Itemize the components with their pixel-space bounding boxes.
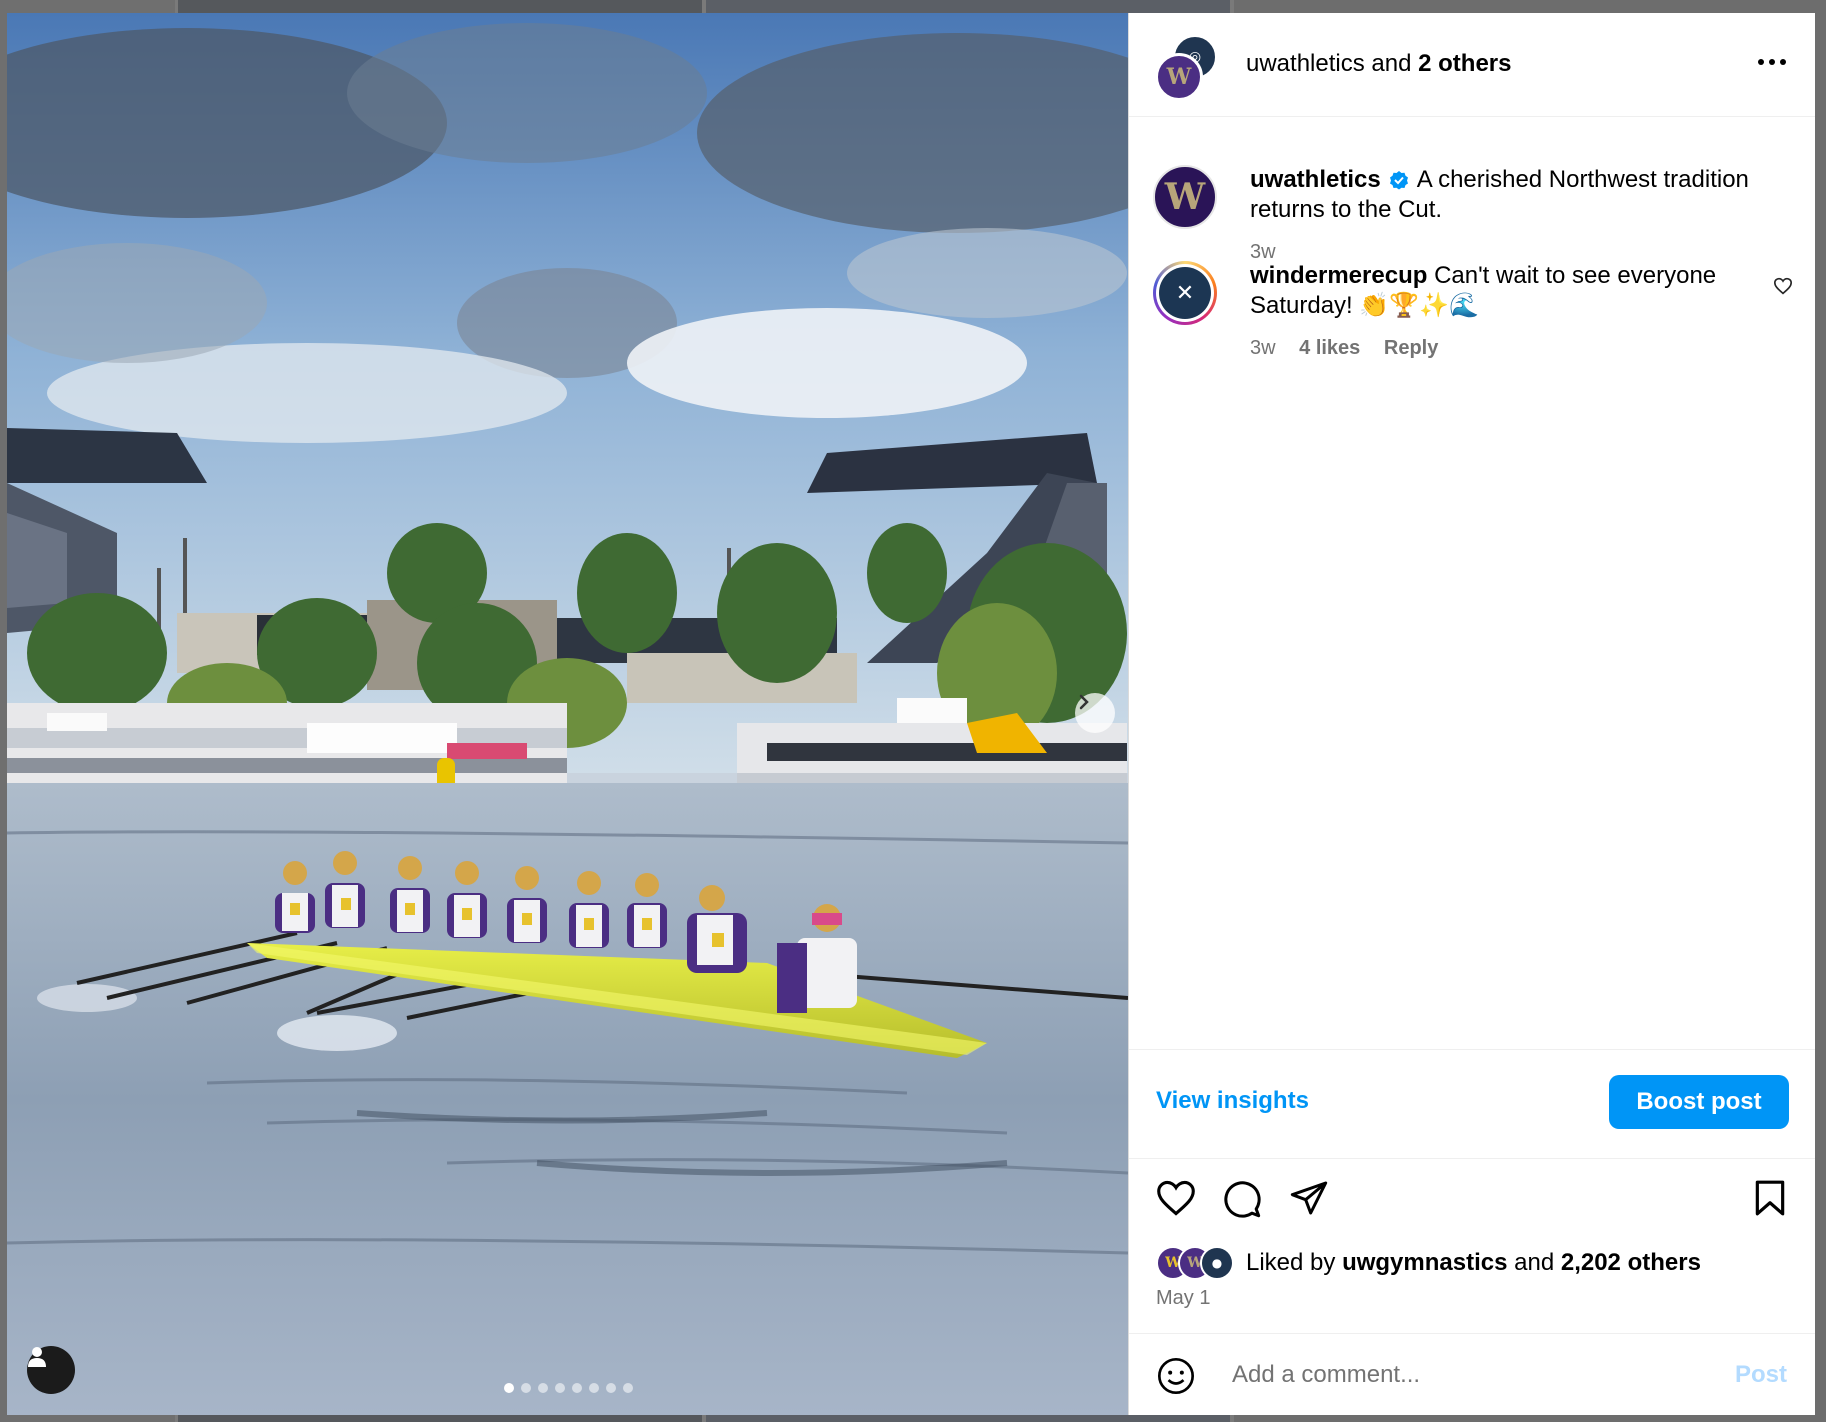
likes-prefix: Liked by <box>1246 1249 1343 1276</box>
more-options-button[interactable] <box>1757 53 1787 71</box>
post-modal: ◎ W uwathletics and 2 others W uwathleti… <box>7 13 1815 1415</box>
post-photo <box>7 13 1128 1415</box>
avatar[interactable]: W <box>1153 165 1217 229</box>
user-tag-icon <box>28 1347 46 1367</box>
reply-button[interactable]: Reply <box>1384 337 1438 359</box>
caption-username[interactable]: uwathletics <box>1250 166 1381 193</box>
add-comment-bar: Post <box>1129 1333 1815 1415</box>
likes-summary: Liked by uwgymnastics and 2,202 others <box>1246 1249 1701 1277</box>
likes-count[interactable]: 2,202 others <box>1561 1249 1701 1276</box>
tagged-users-button[interactable] <box>27 1346 75 1394</box>
share-button[interactable] <box>1289 1179 1329 1222</box>
emoji-button[interactable] <box>1156 1356 1196 1401</box>
carousel-dot <box>504 1383 514 1393</box>
comment-username[interactable]: windermerecup <box>1250 262 1427 289</box>
comment-icon <box>1224 1181 1261 1218</box>
save-button[interactable] <box>1753 1179 1787 1222</box>
collaborator-avatars[interactable]: ◎ W <box>1155 35 1217 101</box>
comment-button[interactable] <box>1222 1179 1262 1224</box>
liked-by: W W ● Liked by uwgymnastics and 2,202 ot… <box>1156 1246 1701 1280</box>
avatar[interactable]: ✕ <box>1153 261 1217 325</box>
like-button[interactable] <box>1155 1179 1197 1222</box>
comment-likes[interactable]: 4 likes <box>1299 337 1360 359</box>
header-others[interactable]: 2 others <box>1418 50 1511 77</box>
rowing-photo <box>7 13 1128 1415</box>
carousel-dot <box>606 1383 616 1393</box>
likes-middle: and <box>1507 1249 1561 1276</box>
more-icon <box>1758 59 1786 65</box>
comment-input[interactable] <box>1230 1352 1674 1398</box>
likes-user[interactable]: uwgymnastics <box>1342 1249 1507 1276</box>
chevron-right-icon <box>1079 694 1089 710</box>
insights-bar: View insights Boost post <box>1129 1049 1815 1159</box>
verified-icon <box>1390 171 1409 190</box>
emoji-icon <box>1158 1358 1194 1394</box>
header-and: and <box>1364 50 1419 77</box>
post-date[interactable]: May 1 <box>1156 1287 1210 1310</box>
bookmark-icon <box>1755 1180 1785 1216</box>
heart-icon <box>1773 277 1793 295</box>
carousel-indicators <box>504 1383 633 1393</box>
avatar: W <box>1155 53 1203 101</box>
post-actions: W W ● Liked by uwgymnastics and 2,202 ot… <box>1129 1159 1815 1333</box>
share-icon <box>1290 1181 1328 1215</box>
carousel-dot <box>623 1383 633 1393</box>
post-details-panel: ◎ W uwathletics and 2 others W uwathleti… <box>1128 13 1815 1415</box>
avatar: ● <box>1200 1246 1234 1280</box>
view-insights-link[interactable]: View insights <box>1156 1087 1309 1115</box>
carousel-dot <box>589 1383 599 1393</box>
post-comment-button[interactable]: Post <box>1735 1361 1787 1389</box>
comment-meta: 3w 4 likes Reply <box>1250 333 1770 363</box>
header-username[interactable]: uwathletics <box>1246 50 1365 77</box>
heart-icon <box>1157 1180 1195 1216</box>
caption-body: uwathletics A cherished Northwest tradit… <box>1250 165 1770 267</box>
like-comment-button[interactable] <box>1773 277 1793 300</box>
carousel-dot <box>555 1383 565 1393</box>
next-slide-button[interactable] <box>1075 693 1115 733</box>
post-header: ◎ W uwathletics and 2 others <box>1129 13 1815 117</box>
comment-time[interactable]: 3w <box>1250 337 1276 359</box>
comment-body: windermerecup Can't wait to see everyone… <box>1250 261 1770 363</box>
carousel-dot <box>521 1383 531 1393</box>
caption-time[interactable]: 3w <box>1250 241 1276 263</box>
carousel-dot <box>538 1383 548 1393</box>
boost-post-button[interactable]: Boost post <box>1609 1075 1789 1129</box>
liker-avatars: W W ● <box>1156 1246 1240 1280</box>
post-owner[interactable]: uwathletics and 2 others <box>1246 50 1512 78</box>
carousel-dot <box>572 1383 582 1393</box>
